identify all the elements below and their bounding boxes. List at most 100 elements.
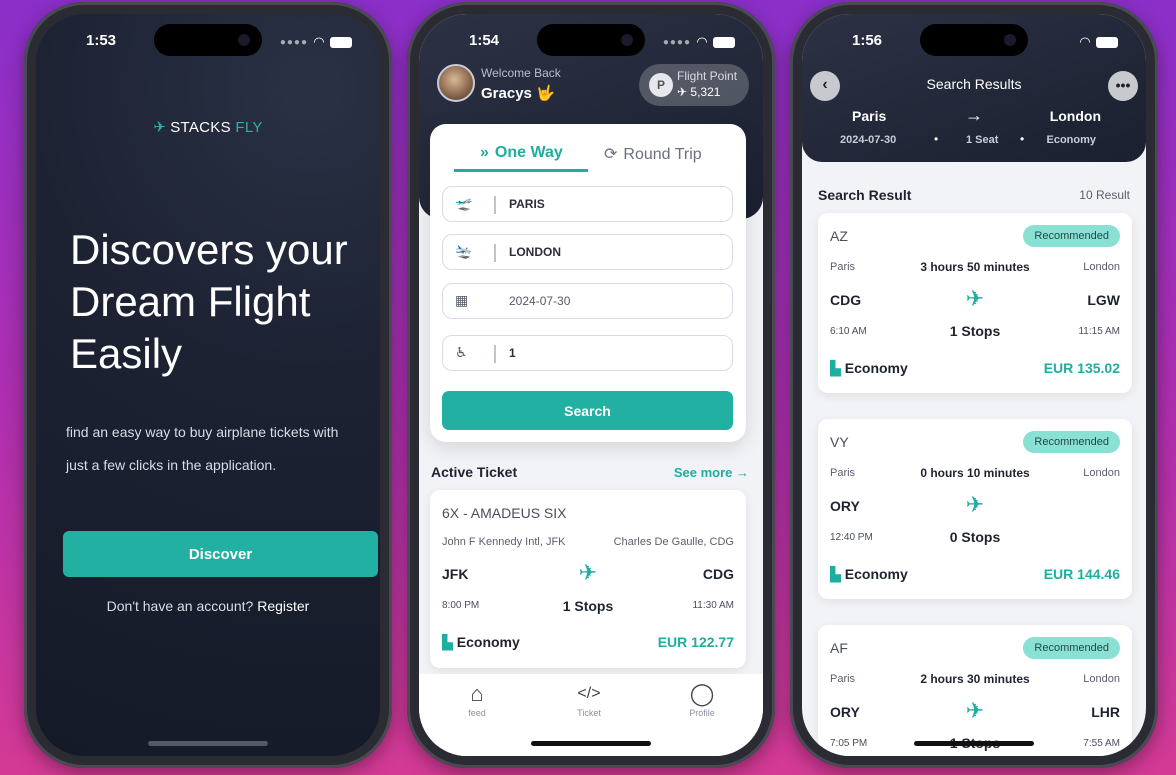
result-airline: AZ	[830, 228, 848, 244]
home-indicator[interactable]	[148, 741, 268, 746]
recommended-badge: Recommended	[1023, 225, 1120, 247]
status-icons: ●●●● ◠	[663, 34, 735, 50]
brand-stacks: STACKS	[170, 119, 231, 136]
ticket-to-code: CDG	[702, 566, 734, 582]
status-time: 1:54	[469, 32, 500, 49]
result-price: EUR 135.02	[1043, 360, 1120, 376]
result-card[interactable]: VY Recommended Paris 0 hours 10 minutes …	[818, 419, 1132, 599]
result-to-code: LGW	[1087, 292, 1120, 308]
result-arrival: 11:15 AM	[1078, 326, 1120, 337]
home-indicator[interactable]	[914, 741, 1034, 746]
status-icons: ●●●● ◠	[280, 34, 352, 50]
ticket-arrival-time: 11:30 AM	[692, 600, 734, 611]
recommended-badge: Recommended	[1023, 431, 1120, 453]
nav-feed[interactable]: ⌂ feed	[447, 680, 507, 718]
register-prompt: Don't have an account? Register	[36, 598, 380, 614]
result-card[interactable]: AZ Recommended Paris 3 hours 50 minutes …	[818, 213, 1132, 393]
result-to-city: London	[1083, 673, 1120, 685]
plane-takeoff-icon: 🛫	[455, 195, 473, 211]
result-to-code: LHR	[1091, 704, 1120, 720]
arrow-right-icon: →	[736, 465, 749, 480]
field-divider	[494, 244, 496, 262]
signal-icon: ●●●●	[662, 36, 691, 48]
route-date: 2024-07-30	[840, 134, 897, 146]
active-ticket-card[interactable]: 6X - AMADEUS SIX John F Kennedy Intl, JF…	[430, 490, 746, 668]
hero-headline: Discovers your Dream Flight Easily	[70, 226, 348, 377]
hero-subtitle: find an easy way to buy airplane tickets…	[66, 424, 339, 473]
airplane-icon: ✈	[677, 85, 688, 99]
result-count: 10 Result	[1079, 188, 1130, 202]
status-time: 1:53	[86, 32, 117, 49]
seat-icon: ▙	[442, 634, 453, 650]
nav-ticket[interactable]: </> Ticket	[559, 680, 619, 718]
passengers-value: 1	[509, 346, 516, 360]
dot-separator: •	[1020, 132, 1025, 146]
tab-round-trip[interactable]: ⟳ Round Trip	[604, 138, 702, 172]
battery-icon	[713, 36, 735, 48]
nav-profile[interactable]: ◯ Profile	[672, 680, 732, 718]
route-seats: 1 Seat	[966, 134, 999, 146]
brand-fly: FLY	[235, 119, 263, 136]
tab-one-way-label: One Way	[494, 144, 563, 161]
date-field[interactable]: ▦ 2024-07-30	[442, 283, 733, 319]
refresh-icon: ⟳	[604, 146, 618, 163]
result-arrival: 7:55 AM	[1083, 738, 1120, 749]
result-class: ▙ Economy	[830, 566, 908, 583]
plane-landing-icon: 🛬	[455, 243, 473, 259]
ticket-class-label: Economy	[456, 634, 520, 650]
seat-icon: ▙	[830, 360, 841, 376]
double-chevron-icon: »	[480, 144, 489, 161]
welcome-text: Welcome Back	[481, 66, 561, 80]
result-card[interactable]: AF Recommended Paris 2 hours 30 minutes …	[818, 625, 1132, 756]
result-airline: VY	[830, 434, 849, 450]
status-icons: ◠	[1080, 34, 1118, 50]
result-class: ▙ Economy	[830, 360, 908, 377]
phone-results: 1:56 ◠ ‹ Search Results ••• Paris → Lond…	[790, 2, 1158, 768]
result-price: EUR 144.46	[1043, 566, 1120, 582]
result-to-city: London	[1083, 467, 1120, 479]
airplane-icon: ✈	[578, 560, 598, 585]
username: Gracys 🤟	[481, 85, 555, 102]
recommended-badge: Recommended	[1023, 637, 1120, 659]
airplane-icon: ✈	[965, 698, 985, 723]
home-icon: ⌂	[470, 681, 484, 706]
passengers-field[interactable]: ♿ 1	[442, 335, 733, 371]
signal-icon: ●●●●	[279, 36, 308, 48]
more-button[interactable]: •••	[1108, 71, 1138, 101]
airplane-icon: ✈	[965, 492, 985, 517]
ticket-class: ▙ Economy	[442, 634, 520, 651]
result-to-city: London	[1083, 261, 1120, 273]
ticket-to-airport: Charles De Gaulle, CDG	[613, 536, 734, 548]
see-more-label: See more	[673, 465, 733, 480]
flight-points-badge[interactable]: P Flight Point ✈ 5,321	[639, 64, 749, 106]
arrival-value: LONDON	[509, 245, 561, 259]
nav-ticket-label: Ticket	[577, 708, 601, 718]
field-divider	[494, 345, 496, 363]
route-class: Economy	[1046, 134, 1096, 146]
avatar[interactable]	[437, 64, 475, 102]
status-bar: 1:56 ◠	[802, 32, 1146, 52]
tab-one-way[interactable]: » One Way	[454, 138, 588, 172]
discover-button[interactable]: Discover	[63, 531, 378, 577]
field-divider	[494, 196, 496, 214]
wifi-icon: ◠	[697, 34, 707, 49]
ticket-airline: 6X - AMADEUS SIX	[442, 505, 567, 521]
app-logo: ✈ STACKS FLY	[36, 118, 380, 136]
active-ticket-title: Active Ticket	[431, 464, 518, 480]
calendar-icon: ▦	[455, 292, 469, 308]
result-airline: AF	[830, 640, 848, 656]
nav-feed-label: feed	[468, 708, 486, 718]
route-to: London	[1049, 108, 1101, 124]
battery-icon	[1096, 36, 1118, 48]
page-title: Search Results	[926, 76, 1022, 92]
register-link[interactable]: Register	[257, 598, 309, 614]
status-time: 1:56	[852, 32, 883, 49]
see-more-link[interactable]: See more →	[674, 465, 749, 480]
departure-value: PARIS	[509, 197, 545, 211]
search-button[interactable]: Search	[442, 391, 733, 430]
departure-field[interactable]: 🛫 PARIS	[442, 186, 733, 222]
battery-icon	[330, 36, 352, 48]
home-indicator[interactable]	[531, 741, 651, 746]
dot-separator: •	[934, 132, 939, 146]
arrival-field[interactable]: 🛬 LONDON	[442, 234, 733, 270]
